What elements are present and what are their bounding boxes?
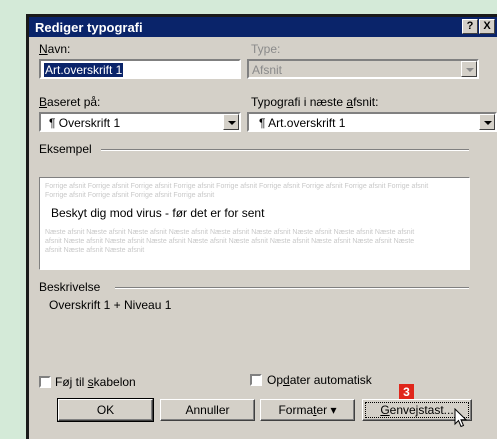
auto-update-label: Opdater automatisk [267, 373, 372, 387]
style-preview: Forrige afsnit Forrige afsnit Forrige af… [39, 177, 470, 270]
example-group-label: Eksempel [39, 142, 92, 156]
preview-next-paragraph-2: afsnit Næste afsnit Næste afsnit Næste a… [45, 238, 415, 245]
preview-previous-paragraph-2: Forrige afsnit Forrige afsnit Forrige af… [45, 192, 215, 199]
next-style-value: ¶ Art.overskrift 1 [259, 116, 346, 130]
next-style-label: Typografi i næste afsnit: [251, 95, 379, 109]
ok-button[interactable]: OK [57, 398, 154, 422]
format-button[interactable]: Formater ▾ [260, 399, 355, 421]
description-group-label: Beskrivelse [39, 280, 101, 294]
chevron-down-icon [466, 68, 474, 72]
based-on-dropdown-button[interactable] [223, 114, 239, 130]
preview-sample-text: Beskyt dig mod virus - før det er for se… [51, 206, 265, 220]
mouse-pointer-icon [454, 408, 468, 428]
preview-next-paragraph-3: afsnit Næste afsnit Næste afsnit [45, 247, 145, 254]
help-button[interactable]: ? [462, 19, 478, 34]
dropdown-arrow-icon: ▾ [330, 403, 337, 417]
description-group-divider [115, 287, 469, 289]
cancel-button[interactable]: Annuller [160, 399, 255, 421]
type-select-value: Afsnit [252, 63, 283, 77]
step-badge: 3 [399, 384, 414, 400]
title-bar: Rediger typografi ? X [29, 17, 497, 37]
name-label: Navn: [39, 42, 71, 56]
based-on-select[interactable]: ¶ Overskrift 1 [39, 112, 241, 132]
type-label: Type: [251, 42, 281, 56]
edit-style-dialog: Rediger typografi ? X Navn: Art.overskri… [26, 14, 497, 439]
description-text: Overskrift 1 + Niveau 1 [49, 298, 172, 312]
chevron-down-icon [228, 121, 236, 125]
dialog-title: Rediger typografi [35, 20, 143, 35]
auto-update-checkbox[interactable] [250, 374, 262, 386]
preview-next-paragraph-1: Næste afsnit Næste afsnit Næste afsnit N… [45, 229, 415, 236]
name-input-value: Art.overskrift 1 [44, 63, 124, 77]
close-icon: X [483, 20, 491, 32]
type-dropdown-button [461, 61, 477, 77]
add-to-template-label: Føj til skabelon [55, 375, 136, 389]
help-icon: ? [466, 20, 474, 32]
based-on-label: Baseret på: [39, 95, 101, 109]
based-on-value: ¶ Overskrift 1 [49, 116, 121, 130]
chevron-down-icon [484, 121, 492, 125]
name-input[interactable]: Art.overskrift 1 [39, 59, 241, 79]
example-group-divider [101, 149, 469, 151]
type-select: Afsnit [247, 59, 479, 79]
close-button[interactable]: X [479, 19, 495, 34]
next-style-dropdown-button[interactable] [479, 114, 495, 130]
next-style-select[interactable]: ¶ Art.overskrift 1 [247, 112, 497, 132]
add-to-template-checkbox[interactable] [39, 376, 51, 388]
preview-previous-paragraph-1: Forrige afsnit Forrige afsnit Forrige af… [45, 183, 429, 190]
